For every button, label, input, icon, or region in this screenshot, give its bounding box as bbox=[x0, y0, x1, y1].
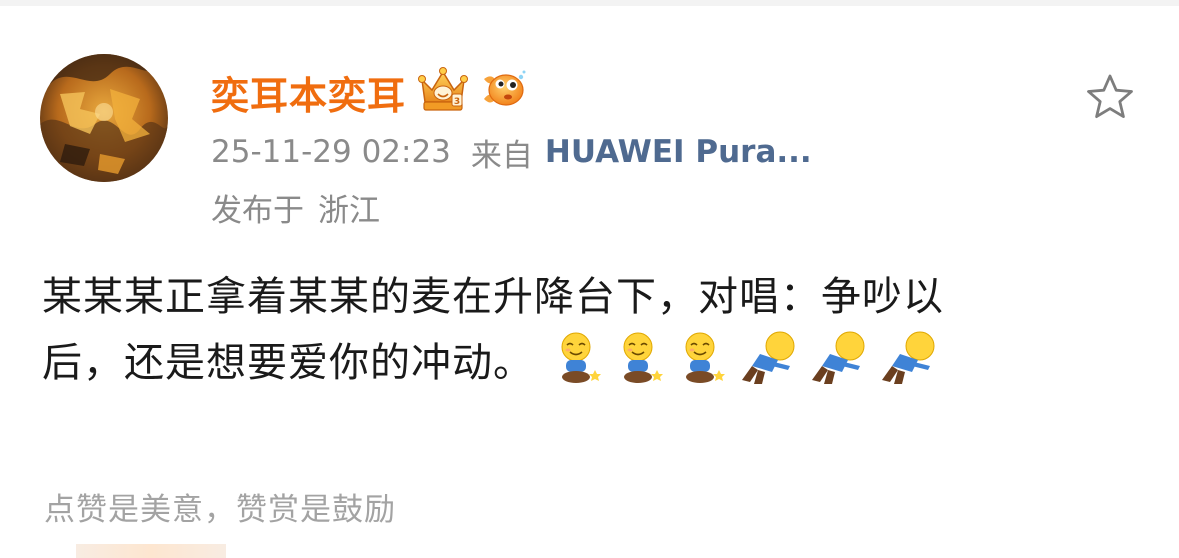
post-timestamp: 25-11-29 02:23 bbox=[211, 134, 451, 170]
source-prefix: 来自 bbox=[470, 137, 533, 174]
device-link[interactable]: HUAWEI Pura... bbox=[545, 134, 812, 170]
sitting-smile-emoji-icon bbox=[685, 332, 725, 383]
post-meta: 25-11-29 02:23 来自 HUAWEI Pura... bbox=[211, 130, 812, 174]
emoji-group bbox=[552, 330, 938, 386]
post-location: 发布于 浙江 bbox=[211, 185, 380, 229]
crown-vip-badge-icon[interactable]: 3 bbox=[416, 66, 470, 118]
location-prefix: 发布于 bbox=[211, 192, 304, 229]
goldfish-badge-icon[interactable] bbox=[480, 69, 526, 115]
avatar[interactable] bbox=[40, 54, 168, 182]
location-name: 浙江 bbox=[318, 192, 380, 229]
username-row: 奕耳本奕耳 3 bbox=[211, 64, 526, 120]
top-divider bbox=[0, 0, 1179, 6]
sitting-smile-emoji-icon bbox=[623, 332, 663, 383]
post-body: 某某某正拿着某某的麦在升降台下，对唱：争吵以 后，还是想要爱你的冲动。 bbox=[42, 264, 1142, 396]
kowtow-emoji-icon bbox=[742, 331, 795, 384]
post-text-line: 某某某正拿着某某的麦在升降台下，对唱：争吵以 bbox=[42, 274, 944, 320]
post-text-line-2: 后，还是想要爱你的冲动。 bbox=[42, 330, 1142, 396]
username[interactable]: 奕耳本奕耳 bbox=[211, 65, 406, 120]
post-text-line2: 后，还是想要爱你的冲动。 bbox=[42, 340, 534, 386]
svg-text:3: 3 bbox=[454, 97, 460, 107]
favorite-star-icon[interactable] bbox=[1082, 70, 1138, 126]
kowtow-emoji-icon bbox=[812, 331, 865, 384]
reward-strip[interactable] bbox=[76, 544, 226, 558]
sitting-smile-emoji-icon bbox=[561, 332, 601, 383]
like-hint: 点赞是美意，赞赏是鼓励 bbox=[44, 492, 396, 528]
kowtow-emoji-icon bbox=[882, 331, 935, 384]
